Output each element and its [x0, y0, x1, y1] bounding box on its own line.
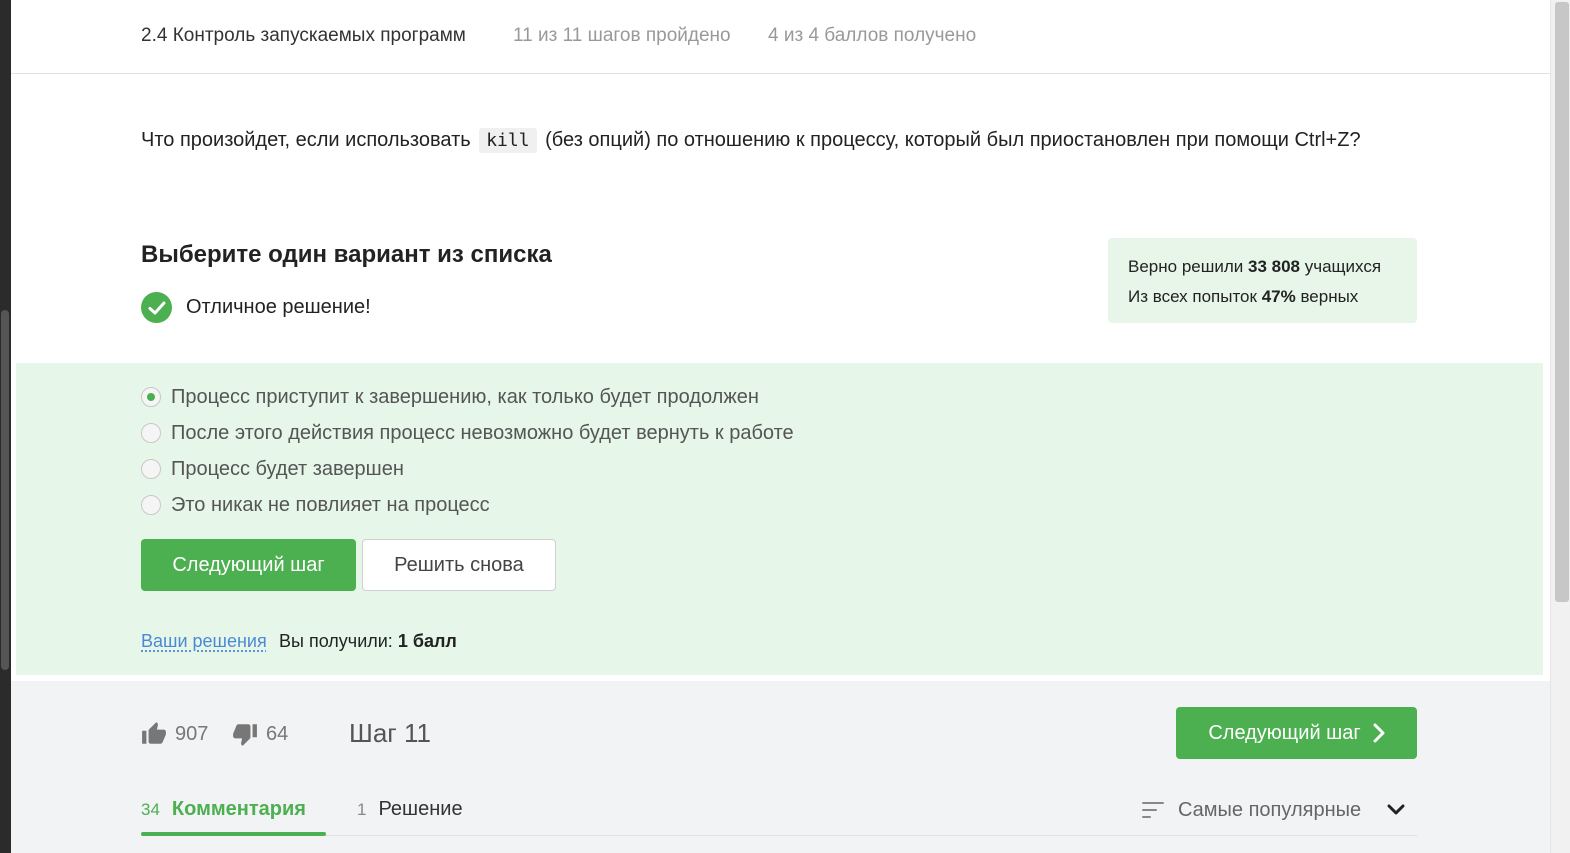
- solved-prefix: Верно решили: [1128, 257, 1248, 276]
- like-button[interactable]: 907: [141, 721, 208, 747]
- chevron-right-icon: [1373, 723, 1385, 743]
- option-label: Процесс будет завершен: [171, 457, 404, 480]
- solved-count-line: Верно решили 33 808 учащихся: [1128, 252, 1397, 282]
- left-panel-edge: [0, 0, 11, 853]
- result-message: Отличное решение!: [141, 292, 371, 323]
- tab-comments[interactable]: 34 Комментария: [141, 798, 306, 821]
- quiz-title: Выберите один вариант из списка: [141, 241, 552, 268]
- tab-label: Решение: [378, 798, 463, 820]
- option-2[interactable]: После этого действия процесс невозможно …: [141, 421, 794, 445]
- your-solutions-link[interactable]: Ваши решения: [141, 631, 267, 652]
- page-scrollbar-thumb[interactable]: [1555, 2, 1569, 602]
- step-footer: 907 64 Шаг 11 Следующий шаг 34 Комментар…: [11, 681, 1550, 853]
- question-code: kill: [479, 128, 537, 153]
- page-scrollbar[interactable]: [1550, 0, 1570, 853]
- tab-label: Комментария: [171, 798, 306, 820]
- step-label: Шаг 11: [349, 718, 431, 748]
- points-label: Вы получили:: [279, 631, 398, 651]
- lesson-title[interactable]: 2.4 Контроль запускаемых программ: [141, 25, 466, 47]
- next-step-footer-label: Следующий шаг: [1208, 721, 1361, 744]
- option-3[interactable]: Процесс будет завершен: [141, 457, 404, 481]
- points-received: Вы получили: 1 балл: [279, 631, 457, 652]
- lesson-progress: 11 из 11 шагов пройдено: [513, 25, 731, 46]
- chevron-down-icon: [1387, 804, 1405, 815]
- option-label: Процесс приступит к завершению, как толь…: [171, 385, 759, 408]
- question-text: Что произойдет, если использовать kill (…: [141, 126, 1361, 155]
- question-text-before: Что произойдет, если использовать: [141, 129, 477, 151]
- attempts-prefix: Из всех попыток: [1128, 287, 1262, 306]
- thumbs-up-icon: [142, 722, 166, 744]
- dislike-button[interactable]: 64: [232, 721, 288, 747]
- attempts-line: Из всех попыток 47% верных: [1128, 282, 1397, 312]
- question-text-after: (без опций) по отношению к процессу, кот…: [539, 129, 1361, 151]
- solve-stats: Верно решили 33 808 учащихся Из всех поп…: [1108, 238, 1417, 323]
- option-4[interactable]: Это никак не повлияет на процесс: [141, 493, 490, 517]
- sort-icon: [1142, 802, 1164, 818]
- radio-button-selected[interactable]: [141, 387, 161, 407]
- tab-count: 1: [357, 800, 367, 819]
- check-icon: [141, 292, 172, 323]
- next-step-footer-button[interactable]: Следующий шаг: [1176, 707, 1417, 759]
- result-text: Отличное решение!: [186, 296, 371, 318]
- points-value: 1 балл: [397, 631, 457, 651]
- option-label: Это никак не повлияет на процесс: [171, 493, 490, 516]
- attempts-suffix: верных: [1295, 287, 1359, 306]
- dislike-count: 64: [266, 722, 289, 745]
- retry-button[interactable]: Решить снова: [362, 539, 556, 591]
- solved-suffix: учащихся: [1300, 257, 1382, 276]
- tab-solutions[interactable]: 1 Решение: [357, 798, 463, 821]
- option-label: После этого действия процесс невозможно …: [171, 421, 794, 444]
- radio-button[interactable]: [141, 459, 161, 479]
- next-step-button[interactable]: Следующий шаг: [141, 539, 356, 591]
- tab-count: 34: [141, 800, 160, 819]
- radio-button[interactable]: [141, 423, 161, 443]
- solved-count: 33 808: [1248, 257, 1300, 276]
- lesson-score: 4 из 4 баллов получено: [768, 25, 977, 46]
- option-1[interactable]: Процесс приступит к завершению, как толь…: [141, 385, 759, 409]
- thumbs-down-icon: [233, 724, 257, 746]
- attempts-percent: 47%: [1261, 287, 1296, 306]
- active-tab-indicator: [141, 832, 326, 836]
- left-scrollbar-thumb[interactable]: [1, 310, 9, 670]
- like-count: 907: [175, 722, 209, 745]
- lesson-header: 2.4 Контроль запускаемых программ 11 из …: [11, 0, 1550, 74]
- tabs-divider: [141, 835, 1417, 836]
- answer-area: Процесс приступит к завершению, как толь…: [16, 363, 1543, 675]
- sort-label: Самые популярные: [1178, 798, 1362, 821]
- radio-button[interactable]: [141, 495, 161, 515]
- sort-dropdown[interactable]: Самые популярные: [1142, 797, 1405, 823]
